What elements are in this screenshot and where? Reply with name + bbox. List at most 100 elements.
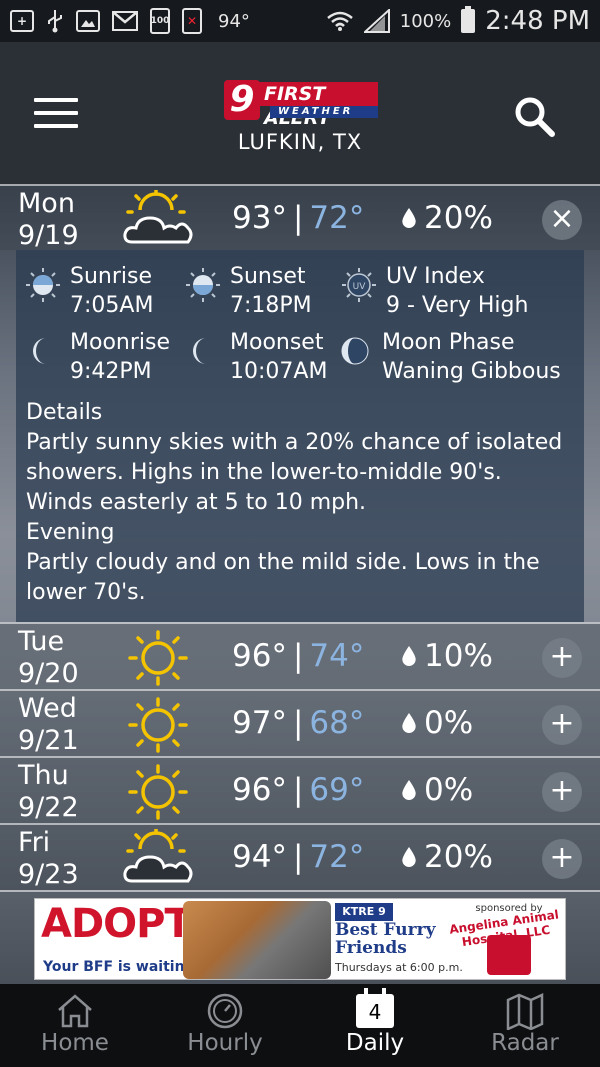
calendar-icon: 4: [356, 988, 394, 1028]
forecast-temps: 93° | 72°: [232, 200, 365, 236]
ad-hospital-logo: [487, 935, 531, 975]
sunrise-info: Sunrise 7:05AM: [24, 262, 153, 320]
evening-body: Partly cloudy and on the mild side. Lows…: [26, 550, 540, 605]
ad-banner[interactable]: ADOPT! Your BFF is waiting. KTRE 9 Best …: [34, 898, 566, 980]
moonset-info: Moonset 10:07AM: [184, 328, 327, 386]
search-icon[interactable]: [514, 96, 556, 138]
location-label[interactable]: LUFKIN, TX: [0, 130, 600, 154]
map-icon: [506, 993, 544, 1030]
ad-show-title: Best Furry Friends: [335, 920, 436, 958]
status-temperature: 94°: [218, 10, 250, 32]
forecast-row-thu[interactable]: Thu 9/22 96° | 69° 0% +: [0, 756, 600, 823]
svg-text:UV: UV: [353, 282, 367, 292]
ad-tagline: Your BFF is waiting.: [43, 959, 200, 975]
evening-heading: Evening: [26, 520, 115, 545]
details-heading: Details: [26, 400, 103, 425]
precip-chance: 0%: [402, 772, 473, 808]
forecast-day: Tue 9/20: [18, 626, 79, 689]
gmail-icon: [112, 11, 138, 31]
nav-radar[interactable]: Radar: [450, 984, 600, 1067]
forecast-row-wed[interactable]: Wed 9/21 97° | 68° 0% +: [0, 689, 600, 756]
sunset-info: Sunset 7:18PM: [184, 262, 312, 320]
forecast-row-tue[interactable]: Tue 9/20 96° | 74° 10% +: [0, 622, 600, 689]
precip-chance: 20%: [402, 200, 493, 236]
plus-icon: +: [10, 10, 34, 32]
sunny-icon: [128, 697, 188, 753]
home-icon: [58, 994, 92, 1028]
details-body: Partly sunny skies with a 20% chance of …: [26, 430, 563, 515]
logo-number: 9: [224, 80, 260, 120]
battery-percent: 100%: [399, 10, 452, 32]
bottom-nav: Home Hourly 4 Daily Radar: [0, 984, 600, 1067]
expand-button[interactable]: +: [542, 705, 582, 745]
nav-home[interactable]: Home: [0, 984, 150, 1067]
details-panel: Sunrise 7:05AM Sunset 7:18PM UV UV Index 9 …: [16, 250, 584, 622]
partly-cloudy-icon: [123, 829, 193, 883]
forecast-temps: 94° | 72°: [232, 839, 365, 875]
menu-icon[interactable]: [34, 98, 78, 128]
low-temp: 72°: [309, 839, 365, 875]
low-temp: 72°: [309, 200, 365, 236]
nav-hourly[interactable]: Hourly: [150, 984, 300, 1067]
clock-icon: [207, 993, 243, 1029]
raindrop-icon: [402, 847, 416, 867]
raindrop-icon: [402, 713, 416, 733]
forecast-temps: 97° | 68°: [232, 705, 365, 741]
moonrise-info: Moonrise 9:42PM: [24, 328, 170, 386]
partly-cloudy-icon: [123, 190, 193, 244]
nav-daily[interactable]: 4 Daily: [300, 984, 450, 1067]
expand-button[interactable]: +: [542, 638, 582, 678]
ad-station-logo: KTRE 9: [335, 903, 393, 921]
high-temp: 96°: [232, 638, 287, 674]
battery-icon: [461, 6, 476, 33]
wifi-icon: [326, 11, 353, 31]
forecast-temps: 96° | 74°: [232, 638, 365, 674]
logo-text: FIRST ALERT: [258, 82, 378, 129]
sunrise-icon: [26, 268, 60, 302]
moonset-icon: [193, 338, 206, 364]
forecast-day: Mon 9/19: [18, 188, 79, 251]
battery-100-icon: 100: [150, 8, 170, 34]
low-temp: 74°: [309, 638, 365, 674]
low-temp: 69°: [309, 772, 365, 808]
sunset-icon: [186, 268, 220, 302]
ad-show-time: Thursdays at 6:00 p.m.: [335, 961, 463, 974]
uv-index-icon: UV: [342, 268, 376, 302]
status-time: 2:48 PM: [485, 6, 590, 36]
forecast-temps: 96° | 69°: [232, 772, 365, 808]
high-temp: 93°: [232, 200, 287, 236]
close-icon: ✕: [182, 8, 202, 34]
forecast-day: Wed 9/21: [18, 693, 79, 756]
ad-pets-image: [183, 901, 331, 979]
precip-chance: 10%: [402, 638, 493, 674]
raindrop-icon: [402, 208, 416, 228]
high-temp: 94°: [232, 839, 287, 875]
status-bar: + 100 ✕ 94° 100% 2:48 PM: [0, 0, 600, 42]
expand-button[interactable]: +: [542, 772, 582, 812]
raindrop-icon: [402, 646, 416, 666]
moonrise-icon: [33, 338, 46, 364]
app-header: 9 FIRST ALERT WEATHER LUFKIN, TX: [0, 42, 600, 184]
forecast-row-fri[interactable]: Fri 9/23 94° | 72° 20% +: [0, 823, 600, 890]
precip-chance: 0%: [402, 705, 473, 741]
raindrop-icon: [402, 780, 416, 800]
list-divider: [0, 890, 600, 892]
sunny-icon: [128, 764, 188, 820]
signal-icon: [363, 9, 390, 33]
high-temp: 96°: [232, 772, 287, 808]
image-icon: [76, 10, 100, 32]
forecast-row-mon[interactable]: Mon 9/19 93° | 72° 20% ×: [0, 184, 600, 251]
forecast-day: Thu 9/22: [18, 760, 79, 823]
collapse-button[interactable]: ×: [542, 200, 582, 240]
uv-index-info: UV UV Index 9 - Very High: [340, 262, 528, 320]
forecast-details-text: Details Partly sunny skies with a 20% ch…: [26, 398, 566, 608]
sunny-icon: [128, 630, 188, 686]
daily-forecast-list: Mon9/19 93°|72° 20% × Sunrise7:05AM: [0, 184, 600, 892]
expand-button[interactable]: +: [542, 839, 582, 879]
high-temp: 97°: [232, 705, 287, 741]
moon-phase-info: Moon Phase Waning Gibbous: [336, 328, 561, 386]
first-alert-logo: 9 FIRST ALERT WEATHER: [224, 80, 378, 129]
usb-icon: [48, 10, 62, 33]
logo-sub: WEATHER: [270, 106, 378, 118]
waning-gibbous-icon: [341, 337, 369, 365]
